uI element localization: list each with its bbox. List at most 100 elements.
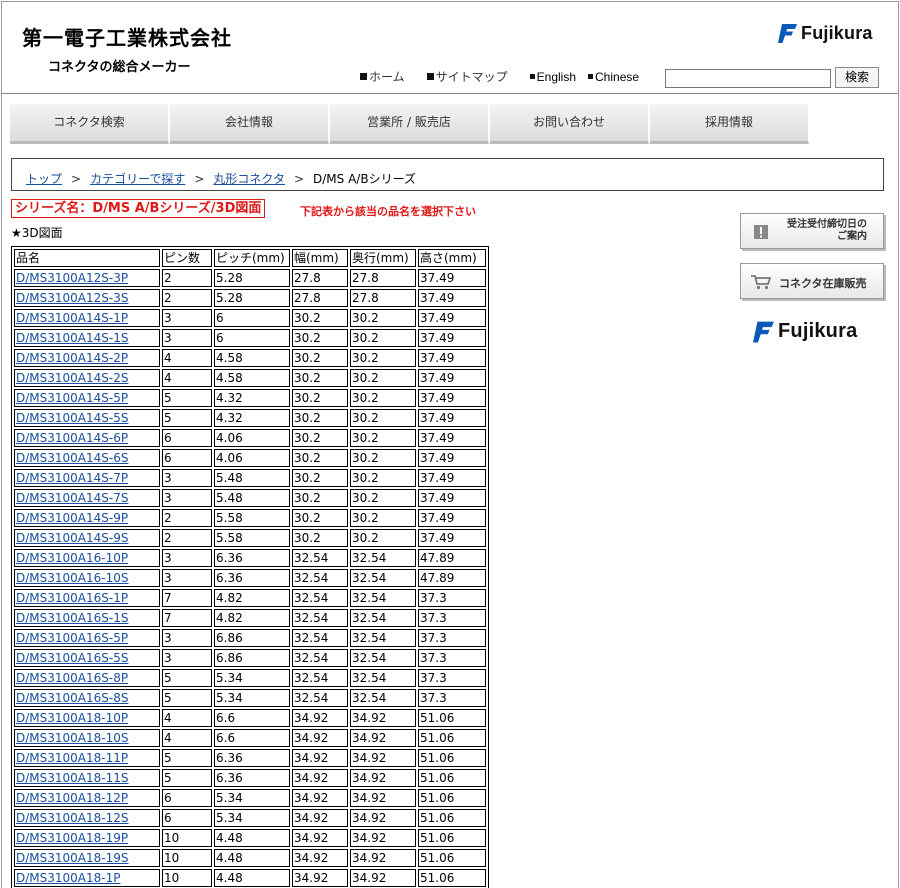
cell-height: 47.89 — [418, 549, 486, 567]
cell-pitch: 4.48 — [214, 869, 290, 887]
part-link[interactable]: D/MS3100A18-1P — [16, 871, 120, 885]
home-link-label: ホーム — [369, 70, 405, 84]
table-row: D/MS3100A14S-6P 6 4.06 30.2 30.2 37.49 — [14, 429, 486, 447]
chinese-link[interactable]: Chinese — [588, 70, 639, 84]
nav-tab-sales-offices[interactable]: 営業所 / 販売店 — [330, 104, 489, 144]
part-link[interactable]: D/MS3100A14S-2P — [16, 351, 128, 365]
parts-table: 品名 ピン数 ピッチ(mm) 幅(mm) 奥行(mm) 高さ(mm) D/MS3… — [11, 246, 489, 888]
part-link[interactable]: D/MS3100A18-12S — [16, 811, 129, 825]
part-link[interactable]: D/MS3100A14S-9P — [16, 511, 128, 525]
part-link[interactable]: D/MS3100A16S-5S — [16, 651, 128, 665]
cell-pin-count: 7 — [162, 589, 212, 607]
breadcrumb-category-link[interactable]: カテゴリーで探す — [90, 170, 185, 187]
cell-height: 51.06 — [418, 829, 486, 847]
part-link[interactable]: D/MS3100A18-10P — [16, 711, 128, 725]
part-link[interactable]: D/MS3100A14S-1P — [16, 311, 128, 325]
nav-tab-recruit[interactable]: 採用情報 — [650, 104, 809, 144]
cell-width: 30.2 — [292, 509, 348, 527]
cell-width: 32.54 — [292, 649, 348, 667]
part-link[interactable]: D/MS3100A14S-1S — [16, 331, 128, 345]
search-input[interactable] — [665, 69, 831, 88]
nav-tab-company-info[interactable]: 会社情報 — [170, 104, 329, 144]
cell-width: 34.92 — [292, 869, 348, 887]
cell-pitch: 6.36 — [214, 749, 290, 767]
cell-width: 32.54 — [292, 609, 348, 627]
part-link[interactable]: D/MS3100A14S-7S — [16, 491, 128, 505]
square-bullet-icon — [529, 74, 535, 79]
table-row: D/MS3100A14S-9S 2 5.58 30.2 30.2 37.49 — [14, 529, 486, 547]
table-row: D/MS3100A18-11P 5 6.36 34.92 34.92 51.06 — [14, 749, 486, 767]
part-link[interactable]: D/MS3100A16S-1P — [16, 591, 128, 605]
cell-pitch: 5.34 — [214, 689, 290, 707]
part-link[interactable]: D/MS3100A18-12P — [16, 791, 128, 805]
cell-height: 37.3 — [418, 629, 486, 647]
order-deadline-button[interactable]: 受注受付締切日の ご案内 — [740, 213, 884, 249]
part-link[interactable]: D/MS3100A16-10S — [16, 571, 129, 585]
cell-pitch: 4.82 — [214, 609, 290, 627]
cell-pin-count: 6 — [162, 809, 212, 827]
sitemap-link[interactable]: サイトマップ — [426, 68, 508, 85]
cell-height: 37.3 — [418, 669, 486, 687]
part-link[interactable]: D/MS3100A14S-7P — [16, 471, 128, 485]
table-row: D/MS3100A18-19P 10 4.48 34.92 34.92 51.06 — [14, 829, 486, 847]
cell-width: 30.2 — [292, 529, 348, 547]
fujikura-side-logo[interactable]: Fujikura — [753, 319, 857, 344]
cell-pitch: 6.6 — [214, 709, 290, 727]
part-link[interactable]: D/MS3100A14S-5P — [16, 391, 128, 405]
cell-pitch: 6.36 — [214, 549, 290, 567]
part-link[interactable]: D/MS3100A14S-6P — [16, 431, 128, 445]
cell-pin-count: 6 — [162, 429, 212, 447]
breadcrumb-separator: > — [71, 171, 82, 186]
part-link[interactable]: D/MS3100A18-11S — [16, 771, 129, 785]
table-row: D/MS3100A12S-3S 2 5.28 27.8 27.8 37.49 — [14, 289, 486, 307]
cell-part-name: D/MS3100A16S-8P — [14, 669, 160, 687]
cell-width: 34.92 — [292, 769, 348, 787]
part-link[interactable]: D/MS3100A18-19S — [16, 851, 129, 865]
cell-part-name: D/MS3100A16-10S — [14, 569, 160, 587]
cell-part-name: D/MS3100A16S-8S — [14, 689, 160, 707]
part-link[interactable]: D/MS3100A16S-1S — [16, 611, 128, 625]
breadcrumb-circular-connector-link[interactable]: 丸形コネクタ — [213, 170, 285, 187]
cell-pin-count: 3 — [162, 489, 212, 507]
english-link[interactable]: English — [529, 70, 576, 84]
part-link[interactable]: D/MS3100A14S-9S — [16, 531, 128, 545]
part-link[interactable]: D/MS3100A16S-8S — [16, 691, 128, 705]
cell-part-name: D/MS3100A18-19P — [14, 829, 160, 847]
part-link[interactable]: D/MS3100A16-10P — [16, 551, 128, 565]
search-button[interactable]: 検索 — [835, 67, 879, 88]
cell-pin-count: 3 — [162, 569, 212, 587]
site-header: 第一電子工業株式会社 コネクタの総合メーカー Fujikura ホーム サイトマ… — [2, 2, 898, 94]
company-name[interactable]: 第一電子工業株式会社 — [22, 22, 232, 51]
part-link[interactable]: D/MS3100A12S-3P — [16, 271, 128, 285]
cell-pitch: 5.34 — [214, 789, 290, 807]
series-title: シリーズ名：D/MS A/Bシリーズ/3D図面 — [11, 199, 266, 218]
part-link[interactable]: D/MS3100A18-10S — [16, 731, 129, 745]
cell-pin-count: 3 — [162, 309, 212, 327]
part-link[interactable]: D/MS3100A14S-6S — [16, 451, 128, 465]
fujikura-logo[interactable]: Fujikura — [778, 20, 873, 46]
connector-stock-button[interactable]: コネクタ在庫販売 — [740, 263, 884, 299]
cell-part-name: D/MS3100A14S-9S — [14, 529, 160, 547]
home-link[interactable]: ホーム — [360, 68, 405, 85]
col-header-depth: 奥行(mm) — [350, 249, 416, 267]
table-row: D/MS3100A18-11S 5 6.36 34.92 34.92 51.06 — [14, 769, 486, 787]
cell-width: 32.54 — [292, 569, 348, 587]
part-link[interactable]: D/MS3100A14S-5S — [16, 411, 128, 425]
part-link[interactable]: D/MS3100A16S-8P — [16, 671, 128, 685]
cell-depth: 34.92 — [350, 829, 416, 847]
breadcrumb-top-link[interactable]: トップ — [26, 170, 62, 187]
part-link[interactable]: D/MS3100A16S-5P — [16, 631, 128, 645]
part-link[interactable]: D/MS3100A18-11P — [16, 751, 128, 765]
table-row: D/MS3100A14S-2S 4 4.58 30.2 30.2 37.49 — [14, 369, 486, 387]
cell-part-name: D/MS3100A12S-3P — [14, 269, 160, 287]
nav-tab-connector-search[interactable]: コネクタ検索 — [10, 104, 169, 144]
fujikura-logo-icon — [778, 24, 797, 43]
col-header-height: 高さ(mm) — [418, 249, 486, 267]
nav-tab-contact[interactable]: お問い合わせ — [490, 104, 649, 144]
part-link[interactable]: D/MS3100A18-19P — [16, 831, 128, 845]
cell-pin-count: 7 — [162, 609, 212, 627]
part-link[interactable]: D/MS3100A14S-2S — [16, 371, 128, 385]
cell-height: 37.49 — [418, 489, 486, 507]
part-link[interactable]: D/MS3100A12S-3S — [16, 291, 128, 305]
cell-depth: 30.2 — [350, 389, 416, 407]
